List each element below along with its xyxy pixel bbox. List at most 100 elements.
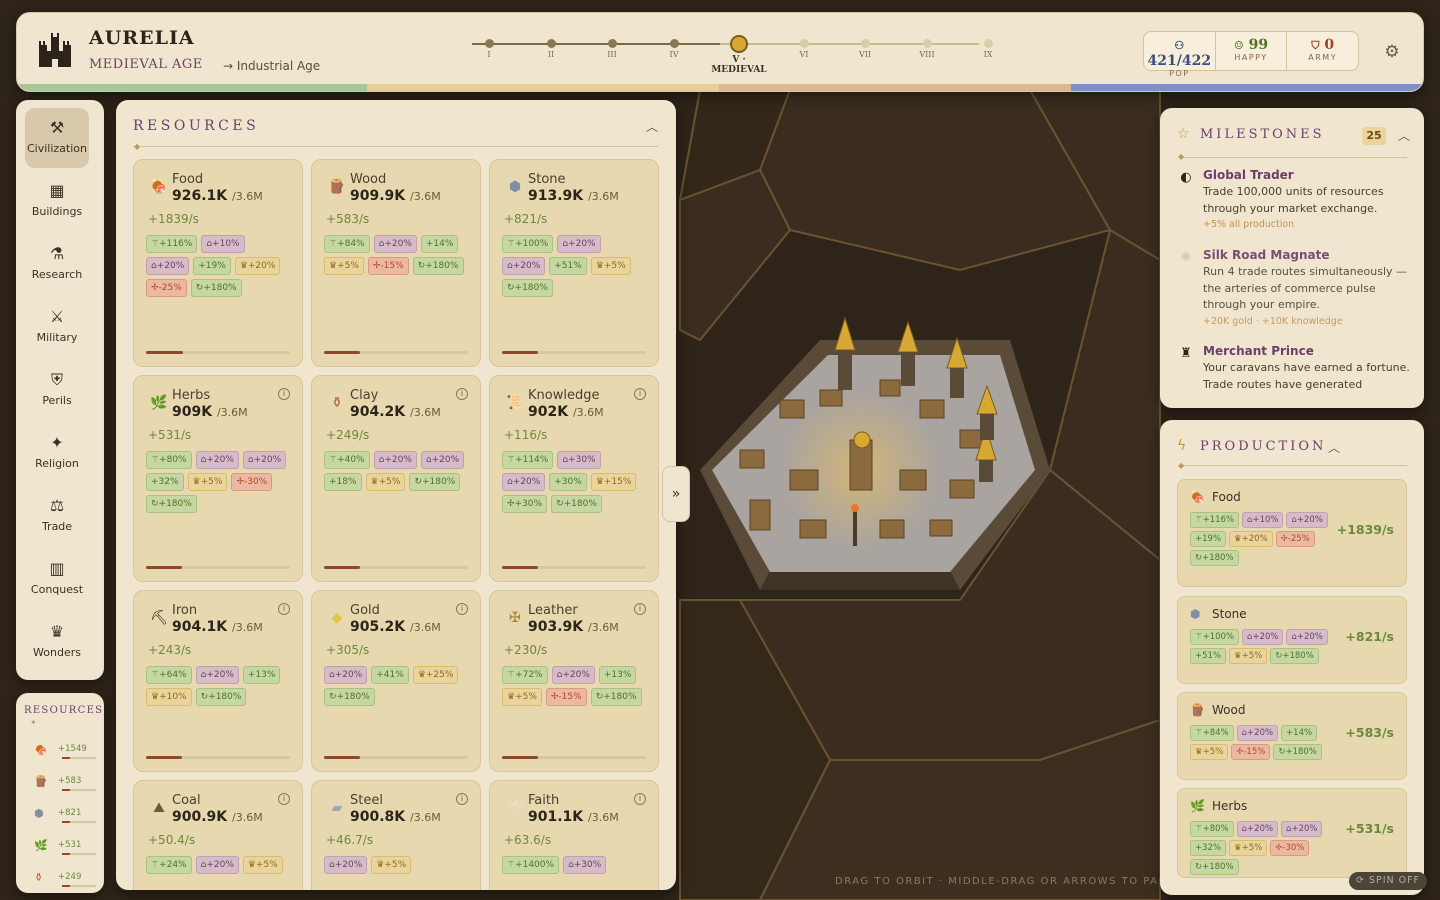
resource-card-faith[interactable]: 🕊 Faith 901.1K /3.6M i +63.6/s ⚚+1400% ⌂+30% xyxy=(489,780,659,890)
danger-shield-icon: ⛨ xyxy=(50,370,63,389)
age-timeline: I II III IV V · MEDIEVAL VI VII VIII IX xyxy=(457,35,997,75)
resource-card-leather[interactable]: ✠ Leather 903.9K /3.6M i +230/s ⚚+72% ⌂+20% +13… xyxy=(489,590,659,772)
age-label: I xyxy=(487,50,491,59)
production-card-food[interactable]: 🍖 Food ⚚+116% ⌂+10% ⌂+20% +19% ♛+20% ✢-25% ↻+180… xyxy=(1177,479,1407,587)
nav-item-buildings[interactable]: ▦ Buildings xyxy=(25,171,89,231)
modifier-chip: ♛+5% xyxy=(1229,840,1268,856)
production-card-herbs[interactable]: 🌿 Herbs ⚚+80% ⌂+20% ⌂+20% +32% ♛+5% ✢-30% ↻+180%… xyxy=(1177,788,1407,878)
nav-item-research[interactable]: ⚗ Research xyxy=(25,234,89,294)
info-icon[interactable]: i xyxy=(278,388,290,400)
spin-toggle[interactable]: ⟳ SPIN OFF xyxy=(1349,872,1427,890)
modifier-chip: +32% xyxy=(146,473,184,491)
coal-icon: ⛰ xyxy=(153,800,165,816)
modifier-chip: ♛+5% xyxy=(1229,648,1268,664)
resource-rate: +46.7/s xyxy=(326,833,374,847)
milestone-description: Your caravans have earned a fortune. Tra… xyxy=(1203,361,1410,391)
modifier-chip: ♛+5% xyxy=(365,473,406,491)
age-label: VI xyxy=(799,50,809,59)
modifier-chip: ↻+180% xyxy=(1190,859,1239,875)
modifier-chip: +18% xyxy=(324,473,362,491)
resource-card-food[interactable]: 🍖 Food 926.1K /3.6M +1839/s ⚚+116% ⌂+10% ⌂+20%… xyxy=(133,159,303,367)
chevron-up-icon[interactable]: ︿ xyxy=(646,118,658,135)
resource-name: Stone xyxy=(528,172,566,187)
main-nav: ⚒ Civilization ▦ Buildings ⚗ Research ⚔ Militar… xyxy=(16,100,104,680)
dove-icon: 🕊 xyxy=(506,800,524,816)
chevron-up-icon[interactable]: ︿ xyxy=(1398,127,1410,144)
resource-name: Coal xyxy=(172,793,201,808)
resource-amount-value: 909K xyxy=(172,404,213,420)
modifier-chip: ⌂+20% xyxy=(373,451,417,469)
info-icon[interactable]: i xyxy=(634,603,646,615)
milestone-item[interactable]: ♜ Merchant Prince Your caravans have earne… xyxy=(1178,344,1414,393)
nav-item-civilization[interactable]: ⚒ Civilization xyxy=(25,108,89,168)
crossed-swords-icon: ⚔ xyxy=(49,307,65,326)
resource-card-steel[interactable]: ▰ Steel 900.8K /3.6M i +46.7/s ⌂+20% ♛+5% xyxy=(311,780,481,890)
resource-card-iron[interactable]: ⛏ Iron 904.1K /3.6M i +243/s ⚚+64% ⌂+20% +13% ♛+… xyxy=(133,590,303,772)
resource-card-coal[interactable]: ⛰ Coal 900.9K /3.6M i +50.4/s ⚚+24% ⌂+20% ♛+5% xyxy=(133,780,303,890)
modifier-chip: ✢-25% xyxy=(146,279,187,297)
info-icon[interactable]: i xyxy=(278,793,290,805)
milestones-title: MILESTONES xyxy=(1200,127,1325,142)
resource-amount: 900.9K /3.6M xyxy=(172,809,263,825)
army-value: 0 xyxy=(1324,37,1335,53)
resource-card-stone[interactable]: ⬢ Stone 913.9K /3.6M +821/s ⚚+100% ⌂+20% ⌂+20%… xyxy=(489,159,659,367)
production-name: Stone xyxy=(1212,607,1247,621)
storage-progress-bar xyxy=(502,351,646,354)
production-name: Wood xyxy=(1212,703,1246,717)
happiness-value: 99 xyxy=(1248,37,1269,53)
army-stat[interactable]: ⛉ 0 ARMY xyxy=(1287,32,1358,70)
age-label: IX xyxy=(983,50,993,59)
info-icon[interactable]: i xyxy=(634,793,646,805)
modifier-chip: ⌂+20% xyxy=(551,666,595,684)
resource-card-herbs[interactable]: 🌿 Herbs 909K /3.6M i +531/s ⚚+80% ⌂+20% ⌂+20% +3… xyxy=(133,375,303,582)
resource-card-gold[interactable]: ◆ Gold 905.2K /3.6M i +305/s ⌂+20% +41% ♛+25% ↻+… xyxy=(311,590,481,772)
resource-amount-value: 902K xyxy=(528,404,569,420)
mini-resource-bar xyxy=(62,789,96,791)
meat-icon: 🍖 xyxy=(150,179,168,195)
happiness-stat[interactable]: ☺ 99 HAPPY xyxy=(1216,32,1288,70)
info-icon[interactable]: i xyxy=(456,603,468,615)
resource-capacity: /3.6M xyxy=(232,190,263,203)
resource-card-wood[interactable]: 🪵 Wood 909.9K /3.6M +583/s ⚚+84% ⌂+20% +14% ♛+5… xyxy=(311,159,481,367)
nav-item-conquest[interactable]: ▥ Conquest xyxy=(25,549,89,609)
production-rate: +531/s xyxy=(1345,821,1394,836)
modifier-chip: ♛+20% xyxy=(234,257,281,275)
age-dot xyxy=(983,39,993,48)
production-card-wood[interactable]: 🪵 Wood ⚚+84% ⌂+20% +14% ♛+5% ✢-15% ↻+180% +583/s xyxy=(1177,692,1407,780)
resource-capacity: /3.6M xyxy=(410,190,441,203)
modifier-chip: ⚚+64% xyxy=(146,666,192,684)
gear-icon[interactable]: ⚙ xyxy=(1381,41,1403,63)
nav-item-label: Conquest xyxy=(30,583,84,596)
milestone-item[interactable]: ◐ Global Trader Trade 100,000 units of res… xyxy=(1178,168,1414,230)
info-icon[interactable]: i xyxy=(278,603,290,615)
people-icon: ⚇ xyxy=(1174,39,1185,52)
info-icon[interactable]: i xyxy=(456,793,468,805)
nav-item-religion[interactable]: ✦ Religion xyxy=(25,423,89,483)
nav-item-trade[interactable]: ⚖ Trade xyxy=(25,486,89,546)
production-rate: +821/s xyxy=(1345,629,1394,644)
modifier-chip: ♛+5% xyxy=(590,257,631,275)
info-icon[interactable]: i xyxy=(456,388,468,400)
production-card-stone[interactable]: ⬢ Stone ⚚+100% ⌂+20% ⌂+20% +51% ♛+5% ↻+180% +821… xyxy=(1177,596,1407,684)
modifier-chip: ♛+25% xyxy=(412,666,459,684)
mini-resource-bar xyxy=(62,821,96,823)
nav-item-wonders[interactable]: ♛ Wonders xyxy=(25,612,89,672)
castle-logo-icon xyxy=(39,33,71,67)
nav-item-label: Military xyxy=(36,331,78,344)
nav-item-military[interactable]: ⚔ Military xyxy=(25,297,89,357)
milestone-item[interactable]: ✺ Silk Road Magnate Run 4 trade routes sim… xyxy=(1178,248,1414,327)
info-icon[interactable]: i xyxy=(634,388,646,400)
happiness-label: HAPPY xyxy=(1234,53,1268,62)
modifier-list: ⌂+20% ♛+5% xyxy=(324,856,468,874)
expand-panel-button[interactable]: » xyxy=(662,466,690,522)
chevron-up-icon[interactable]: ︿ xyxy=(1328,439,1340,456)
storage-progress-bar xyxy=(146,566,290,569)
resource-rate: +583/s xyxy=(326,212,370,226)
population-stat[interactable]: ⚇ 421/422 POP xyxy=(1144,32,1216,78)
nav-item-perils[interactable]: ⛨ Perils xyxy=(25,360,89,420)
resource-card-clay[interactable]: ⚱ Clay 904.2K /3.6M i +249/s ⚚+40% ⌂+20% ⌂+20% +… xyxy=(311,375,481,582)
resource-card-knowledge[interactable]: 📜 Knowledge 902K /3.6M i +116/s ⚚+114% ⌂+30% ⌂+… xyxy=(489,375,659,582)
resource-summary-title: RESOURCES xyxy=(24,705,104,716)
herbs-icon: 🌿 xyxy=(34,838,48,852)
production-name: Herbs xyxy=(1212,799,1248,813)
